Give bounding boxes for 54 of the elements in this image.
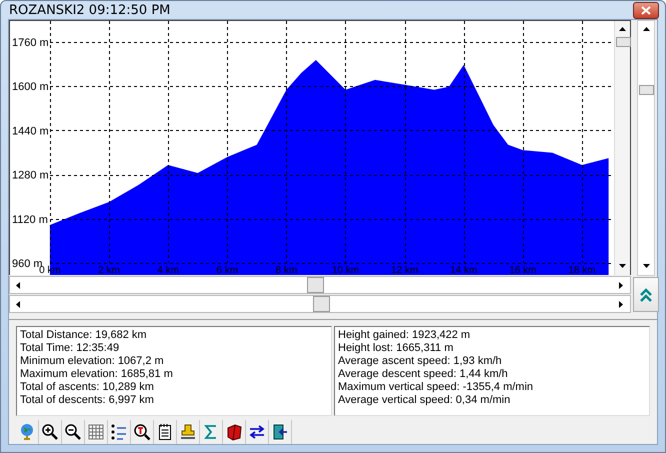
- stat-line: Total Time: 12:35:49: [20, 342, 120, 355]
- horizontal-scrollbar[interactable]: [9, 295, 631, 313]
- scroll-left-icon[interactable]: [14, 300, 23, 308]
- zoom-in-icon: [41, 423, 59, 441]
- door-icon: [271, 423, 289, 441]
- stat-line: Height gained: 1923,422 m: [338, 329, 472, 342]
- scroll-thumb[interactable]: [616, 37, 631, 47]
- x-axis-label: 18 km: [568, 265, 596, 275]
- stat-line: Total Distance: 19,682 km: [20, 329, 148, 342]
- x-axis-label: 2 km: [98, 265, 120, 275]
- x-axis-label: 14 km: [450, 265, 478, 275]
- stat-line: Total of descents: 6,997 km: [20, 394, 155, 407]
- y-axis-label: 1600 m: [12, 81, 49, 94]
- y-axis-label: 1760 m: [12, 37, 49, 49]
- stat-line: Maximum vertical speed: -1355,4 m/min: [338, 381, 534, 394]
- scroll-thumb[interactable]: [639, 85, 654, 95]
- stat-line: Average vertical speed: 0,34 m/min: [338, 394, 512, 407]
- y-axis-label: 1440 m: [12, 125, 49, 138]
- stat-line: Maximum elevation: 1685,81 m: [20, 368, 174, 381]
- list-icon: [110, 423, 128, 441]
- x-axis-label: 12 km: [391, 265, 418, 275]
- book-icon: [225, 423, 243, 441]
- scroll-up-icon[interactable]: [642, 25, 650, 34]
- scroll-thumb[interactable]: [313, 296, 330, 312]
- stamp-icon: [179, 423, 197, 441]
- x-axis-label: 8 km: [276, 265, 298, 275]
- swap-arrows-icon: [248, 423, 266, 441]
- grid-icon: [87, 423, 105, 441]
- stat-line: Height lost: 1665,311 m: [338, 342, 454, 355]
- x-axis-label: 16 km: [509, 265, 536, 275]
- close-icon: [641, 6, 651, 14]
- y-axis-label: 1120 m: [12, 214, 48, 226]
- zoom-out-icon: [64, 423, 82, 441]
- scroll-up-icon[interactable]: [618, 25, 627, 34]
- collapse-button[interactable]: [633, 277, 659, 312]
- notepad-icon: [156, 423, 174, 441]
- x-axis-label: 6 km: [216, 265, 238, 275]
- globe-icon: [18, 423, 36, 441]
- x-axis-label: 4 km: [157, 265, 179, 275]
- y-axis-label: 1280 m: [12, 170, 49, 182]
- stat-line: Minimum elevation: 1067,2 m: [20, 355, 165, 368]
- window-title: ROZANSKI2 09:12:50 PM: [8, 2, 170, 18]
- vertical-scrollbar[interactable]: [637, 20, 655, 276]
- stat-line: Total of ascents: 10,289 km: [20, 381, 155, 394]
- double-chevron-up-icon: [639, 286, 653, 302]
- scroll-thumb[interactable]: [307, 277, 324, 293]
- scroll-left-icon[interactable]: [14, 280, 23, 290]
- x-axis-label: 10 km: [332, 265, 360, 275]
- stat-line: Average descent speed: 1,44 km/h: [338, 368, 509, 381]
- stat-line: Average ascent speed: 1,93 km/h: [338, 355, 503, 368]
- magnifier-icon: [133, 423, 151, 441]
- close-button[interactable]: [633, 2, 659, 18]
- vertical-scrollbar[interactable]: [614, 21, 630, 275]
- horizontal-scrollbar[interactable]: [9, 276, 631, 294]
